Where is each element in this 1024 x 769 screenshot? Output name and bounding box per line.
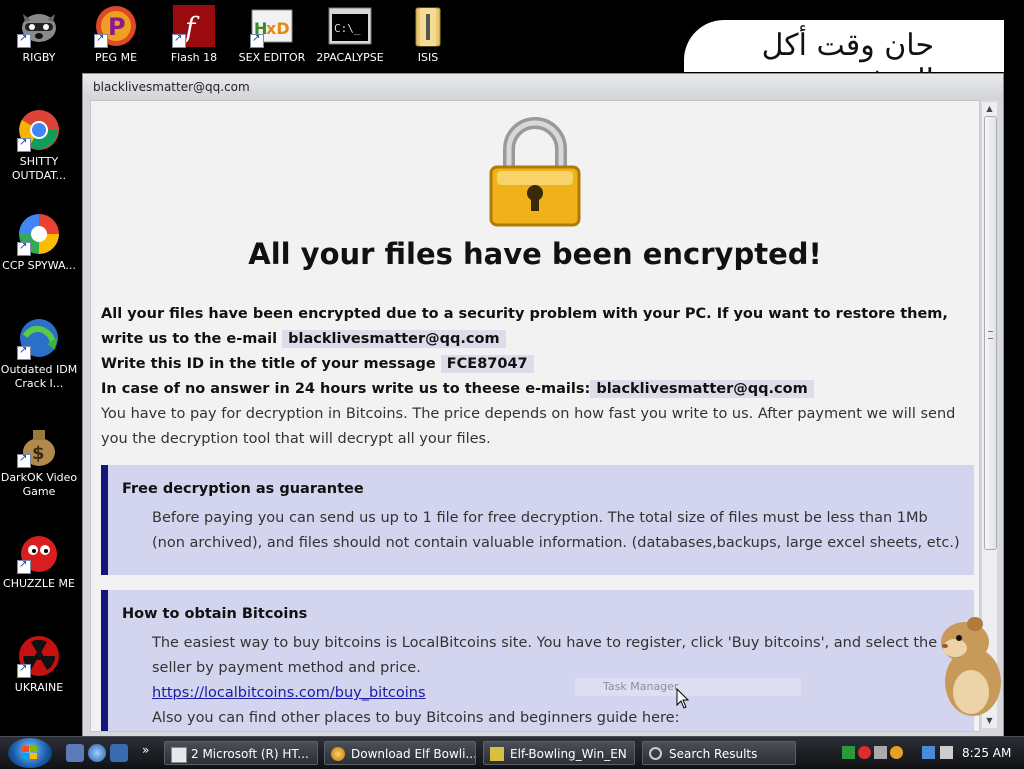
svg-text:P: P bbox=[108, 13, 126, 41]
padlock-icon bbox=[489, 117, 581, 227]
desktop-icon-label: PEG ME bbox=[94, 51, 138, 64]
desktop-icon-isis[interactable]: ISIS bbox=[389, 4, 467, 65]
window-icon bbox=[171, 747, 187, 763]
desktop-icon-flash[interactable]: f Flash 18 bbox=[155, 4, 233, 65]
folder-icon bbox=[406, 4, 450, 48]
free-decryption-box: Free decryption as guarantee Before payi… bbox=[101, 465, 974, 575]
free-decryption-title: Free decryption as guarantee bbox=[122, 481, 364, 497]
intro-paragraph: All your files have been encrypted due t… bbox=[101, 302, 961, 352]
intro-text: All your files have been encrypted due t… bbox=[101, 306, 948, 347]
desktop-icon-label: Flash 18 bbox=[170, 51, 218, 64]
search-icon bbox=[649, 747, 662, 760]
idm-globe-icon bbox=[17, 316, 61, 360]
desktop-icon-ccp[interactable]: CCP SPYWA... bbox=[0, 212, 78, 273]
payment-paragraph: You have to pay for decryption in Bitcoi… bbox=[101, 406, 956, 447]
bitcoin-link-row: https://localbitcoins.com/buy_bitcoins bbox=[152, 681, 962, 706]
hamster-icon bbox=[941, 617, 1001, 716]
scroll-up-arrow-icon[interactable]: ▲ bbox=[984, 104, 995, 114]
browser-icon bbox=[331, 747, 345, 761]
ransom-window[interactable]: blacklivesmatter@qq.com All your files h… bbox=[82, 73, 1004, 737]
taskbar: » 2 Microsoft (R) HT... Download Elf Bow… bbox=[0, 736, 1024, 769]
desktop-icon-sex-editor[interactable]: HxD SEX EDITOR bbox=[233, 4, 311, 65]
windows-flag-icon bbox=[22, 746, 37, 759]
scroll-thumb[interactable] bbox=[984, 116, 997, 550]
taskbar-item-label: Download Elf Bowli... bbox=[351, 747, 476, 761]
money-bag-icon: $ bbox=[17, 424, 61, 468]
desktop-icon-label: SHITTY OUTDAT... bbox=[11, 155, 67, 182]
flash-icon: f bbox=[172, 4, 216, 48]
arabic-banner: حان وقت أكل القرف bbox=[684, 20, 1004, 98]
tray-security-icon[interactable] bbox=[858, 746, 871, 759]
show-desktop-icon[interactable] bbox=[66, 744, 84, 762]
no-answer-label: In case of no answer in 24 hours write u… bbox=[101, 381, 591, 397]
chrome-icon bbox=[17, 108, 61, 152]
free-decryption-text: Before paying you can send us up to 1 fi… bbox=[152, 510, 960, 551]
radiation-icon bbox=[17, 634, 61, 678]
localbitcoins-link[interactable]: https://localbitcoins.com/buy_bitcoins bbox=[152, 685, 426, 701]
mouse-cursor-icon bbox=[676, 688, 690, 709]
tray-search-icon[interactable] bbox=[890, 746, 903, 759]
bitcoin-text: The easiest way to buy bitcoins is Local… bbox=[152, 635, 938, 676]
taskbar-item-download[interactable]: Download Elf Bowli... bbox=[324, 741, 476, 765]
id-label: Write this ID in the title of your messa… bbox=[101, 356, 436, 372]
desktop-icon-label: UKRAINE bbox=[14, 681, 64, 694]
id-value[interactable]: FCE87047 bbox=[440, 355, 534, 373]
desktop-icon-label: ISIS bbox=[417, 51, 439, 64]
tray-volume-icon[interactable] bbox=[940, 746, 953, 759]
desktop-icon-label: Outdated IDM Crack I... bbox=[0, 363, 78, 390]
desktop-icon-label: DarkOK Video Game bbox=[0, 471, 78, 498]
taskbar-item-elf-bowling[interactable]: Elf-Bowling_Win_EN bbox=[483, 741, 635, 765]
chuzzle-icon bbox=[17, 530, 61, 574]
desktop-icon-label: 2PACALYPSE bbox=[316, 51, 384, 64]
tray-gear-icon[interactable] bbox=[874, 746, 887, 759]
no-answer-line: In case of no answer in 24 hours write u… bbox=[101, 377, 961, 402]
bitcoin-title: How to obtain Bitcoins bbox=[122, 606, 308, 622]
desktop-icon-label: SEX EDITOR bbox=[238, 51, 306, 64]
tray-network-icon[interactable] bbox=[922, 746, 935, 759]
svg-text:$: $ bbox=[32, 443, 45, 464]
window-title[interactable]: blacklivesmatter@qq.com bbox=[83, 74, 1003, 100]
taskbar-item-label: Elf-Bowling_Win_EN bbox=[510, 747, 627, 761]
desktop-icon-ukraine[interactable]: UKRAINE bbox=[0, 634, 78, 695]
desktop-icon-label: CCP SPYWA... bbox=[2, 259, 76, 272]
desktop-icon-label: CHUZZLE ME bbox=[3, 577, 75, 590]
email-highlight[interactable]: blacklivesmatter@qq.com bbox=[282, 330, 506, 348]
email-2-highlight[interactable]: blacklivesmatter@qq.com bbox=[590, 380, 814, 398]
bitcoin-text-2: Also you can find other places to buy Bi… bbox=[152, 710, 680, 726]
tray-app-icon[interactable] bbox=[842, 746, 855, 759]
headline: All your files have been encrypted! bbox=[248, 237, 822, 271]
quicklaunch-chevron-icon[interactable]: » bbox=[142, 743, 149, 757]
id-line: Write this ID in the title of your messa… bbox=[101, 352, 961, 377]
browser-quicklaunch-icon[interactable] bbox=[88, 744, 106, 762]
taskbar-item-search-results[interactable]: Search Results bbox=[642, 741, 796, 765]
hxd-icon: HxD bbox=[250, 4, 294, 48]
desktop-icon-2pacalypse[interactable]: C:\_ 2PACALYPSE bbox=[311, 4, 389, 65]
switch-windows-icon[interactable] bbox=[110, 744, 128, 762]
clock[interactable]: 8:25 AM bbox=[962, 737, 1011, 769]
raccoon-icon bbox=[17, 4, 61, 48]
grip-icon bbox=[988, 331, 993, 339]
svg-text:xD: xD bbox=[266, 19, 290, 38]
start-button[interactable] bbox=[8, 738, 52, 768]
installer-icon bbox=[490, 747, 504, 761]
desktop-icon-chuzzle[interactable]: CHUZZLE ME bbox=[0, 530, 78, 591]
taskbar-item-label: 2 Microsoft (R) HT... bbox=[191, 747, 309, 761]
peg-app-icon: P bbox=[94, 4, 138, 48]
desktop-icon-peg-me[interactable]: P PEG ME bbox=[77, 4, 155, 65]
desktop-icon-chrome[interactable]: SHITTY OUTDAT... bbox=[0, 108, 78, 183]
bitcoin-box: How to obtain Bitcoins The easiest way t… bbox=[101, 590, 974, 731]
console-icon: C:\_ bbox=[328, 4, 372, 48]
desktop-icon-label: RIGBY bbox=[22, 51, 56, 64]
ransom-content: All your files have been encrypted! All … bbox=[90, 100, 980, 732]
taskbar-item-label: Search Results bbox=[669, 747, 758, 761]
taskbar-item-ht[interactable]: 2 Microsoft (R) HT... bbox=[164, 741, 318, 765]
svg-text:C:\_: C:\_ bbox=[334, 22, 361, 35]
pinwheel-icon bbox=[17, 212, 61, 256]
desktop-icon-idm[interactable]: Outdated IDM Crack I... bbox=[0, 316, 78, 391]
desktop-icon-darkok[interactable]: $ DarkOK Video Game bbox=[0, 424, 78, 499]
desktop-icon-rigby[interactable]: RIGBY bbox=[0, 4, 78, 65]
